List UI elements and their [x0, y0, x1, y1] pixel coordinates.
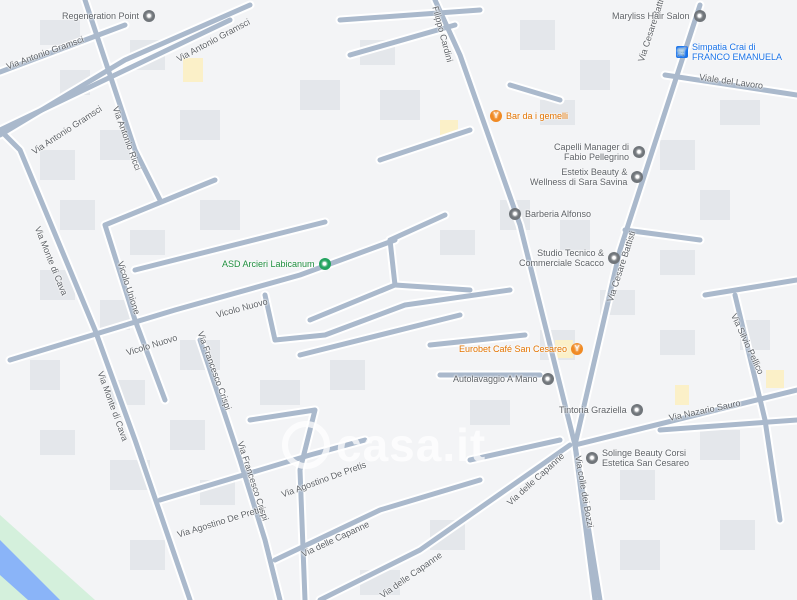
poi-regeneration-point[interactable]: ● Regeneration Point [62, 10, 156, 22]
poi-studio-tecnico[interactable]: ● Studio Tecnico & Commerciale Scacco [519, 248, 621, 268]
poi-maryliss-hair-salon[interactable]: ● Maryliss Hair Salon [612, 10, 706, 22]
poi-solinge-beauty[interactable]: ● Solinge Beauty Corsi Estetica San Cesa… [586, 448, 689, 468]
poi-eurobet-cafe[interactable]: Y Eurobet Café San Cesareo [459, 343, 584, 355]
poi-asd-arcieri-labicanum[interactable]: ● ASD Arcieri Labicanum [222, 258, 331, 270]
place-pin-icon: ● [630, 404, 643, 416]
place-pin-icon: ● [608, 252, 621, 264]
map-roads-layer [0, 0, 797, 600]
poi-barberia-alfonso[interactable]: ● Barberia Alfonso [509, 208, 591, 220]
poi-bar-da-i-gemelli[interactable]: Y Bar da i gemelli [490, 110, 568, 122]
sports-pin-icon: ● [318, 258, 331, 270]
poi-capelli-manager[interactable]: ● Capelli Manager di Fabio Pellegrino [554, 142, 646, 162]
place-pin-icon: ● [586, 452, 598, 464]
poi-autolavaggio[interactable]: ● Autolavaggio A Mano [453, 373, 554, 385]
place-pin-icon: ● [509, 208, 521, 220]
house-icon [282, 421, 330, 469]
map-canvas[interactable]: Via Antonio Gramsci Via Antonio Gramsci … [0, 0, 797, 600]
poi-estetix-beauty[interactable]: ● Estetix Beauty & Wellness di Sara Savi… [530, 167, 644, 187]
place-pin-icon: ● [631, 171, 644, 183]
cocktail-icon: Y [490, 110, 502, 122]
watermark-logo: casa.it [282, 418, 486, 472]
poi-tintoria-graziella[interactable]: ● Tintoria Graziella [559, 404, 643, 416]
place-pin-icon: ● [143, 10, 156, 22]
watermark-text: casa.it [336, 419, 487, 471]
place-pin-icon: ● [633, 146, 646, 158]
shopping-cart-icon: 🛒 [676, 46, 688, 58]
cocktail-icon: Y [571, 343, 584, 355]
place-pin-icon: ● [693, 10, 706, 22]
place-pin-icon: ● [541, 373, 554, 385]
poi-simpatia-crai[interactable]: 🛒 Simpatia Crai di FRANCO EMANUELA [676, 42, 782, 62]
